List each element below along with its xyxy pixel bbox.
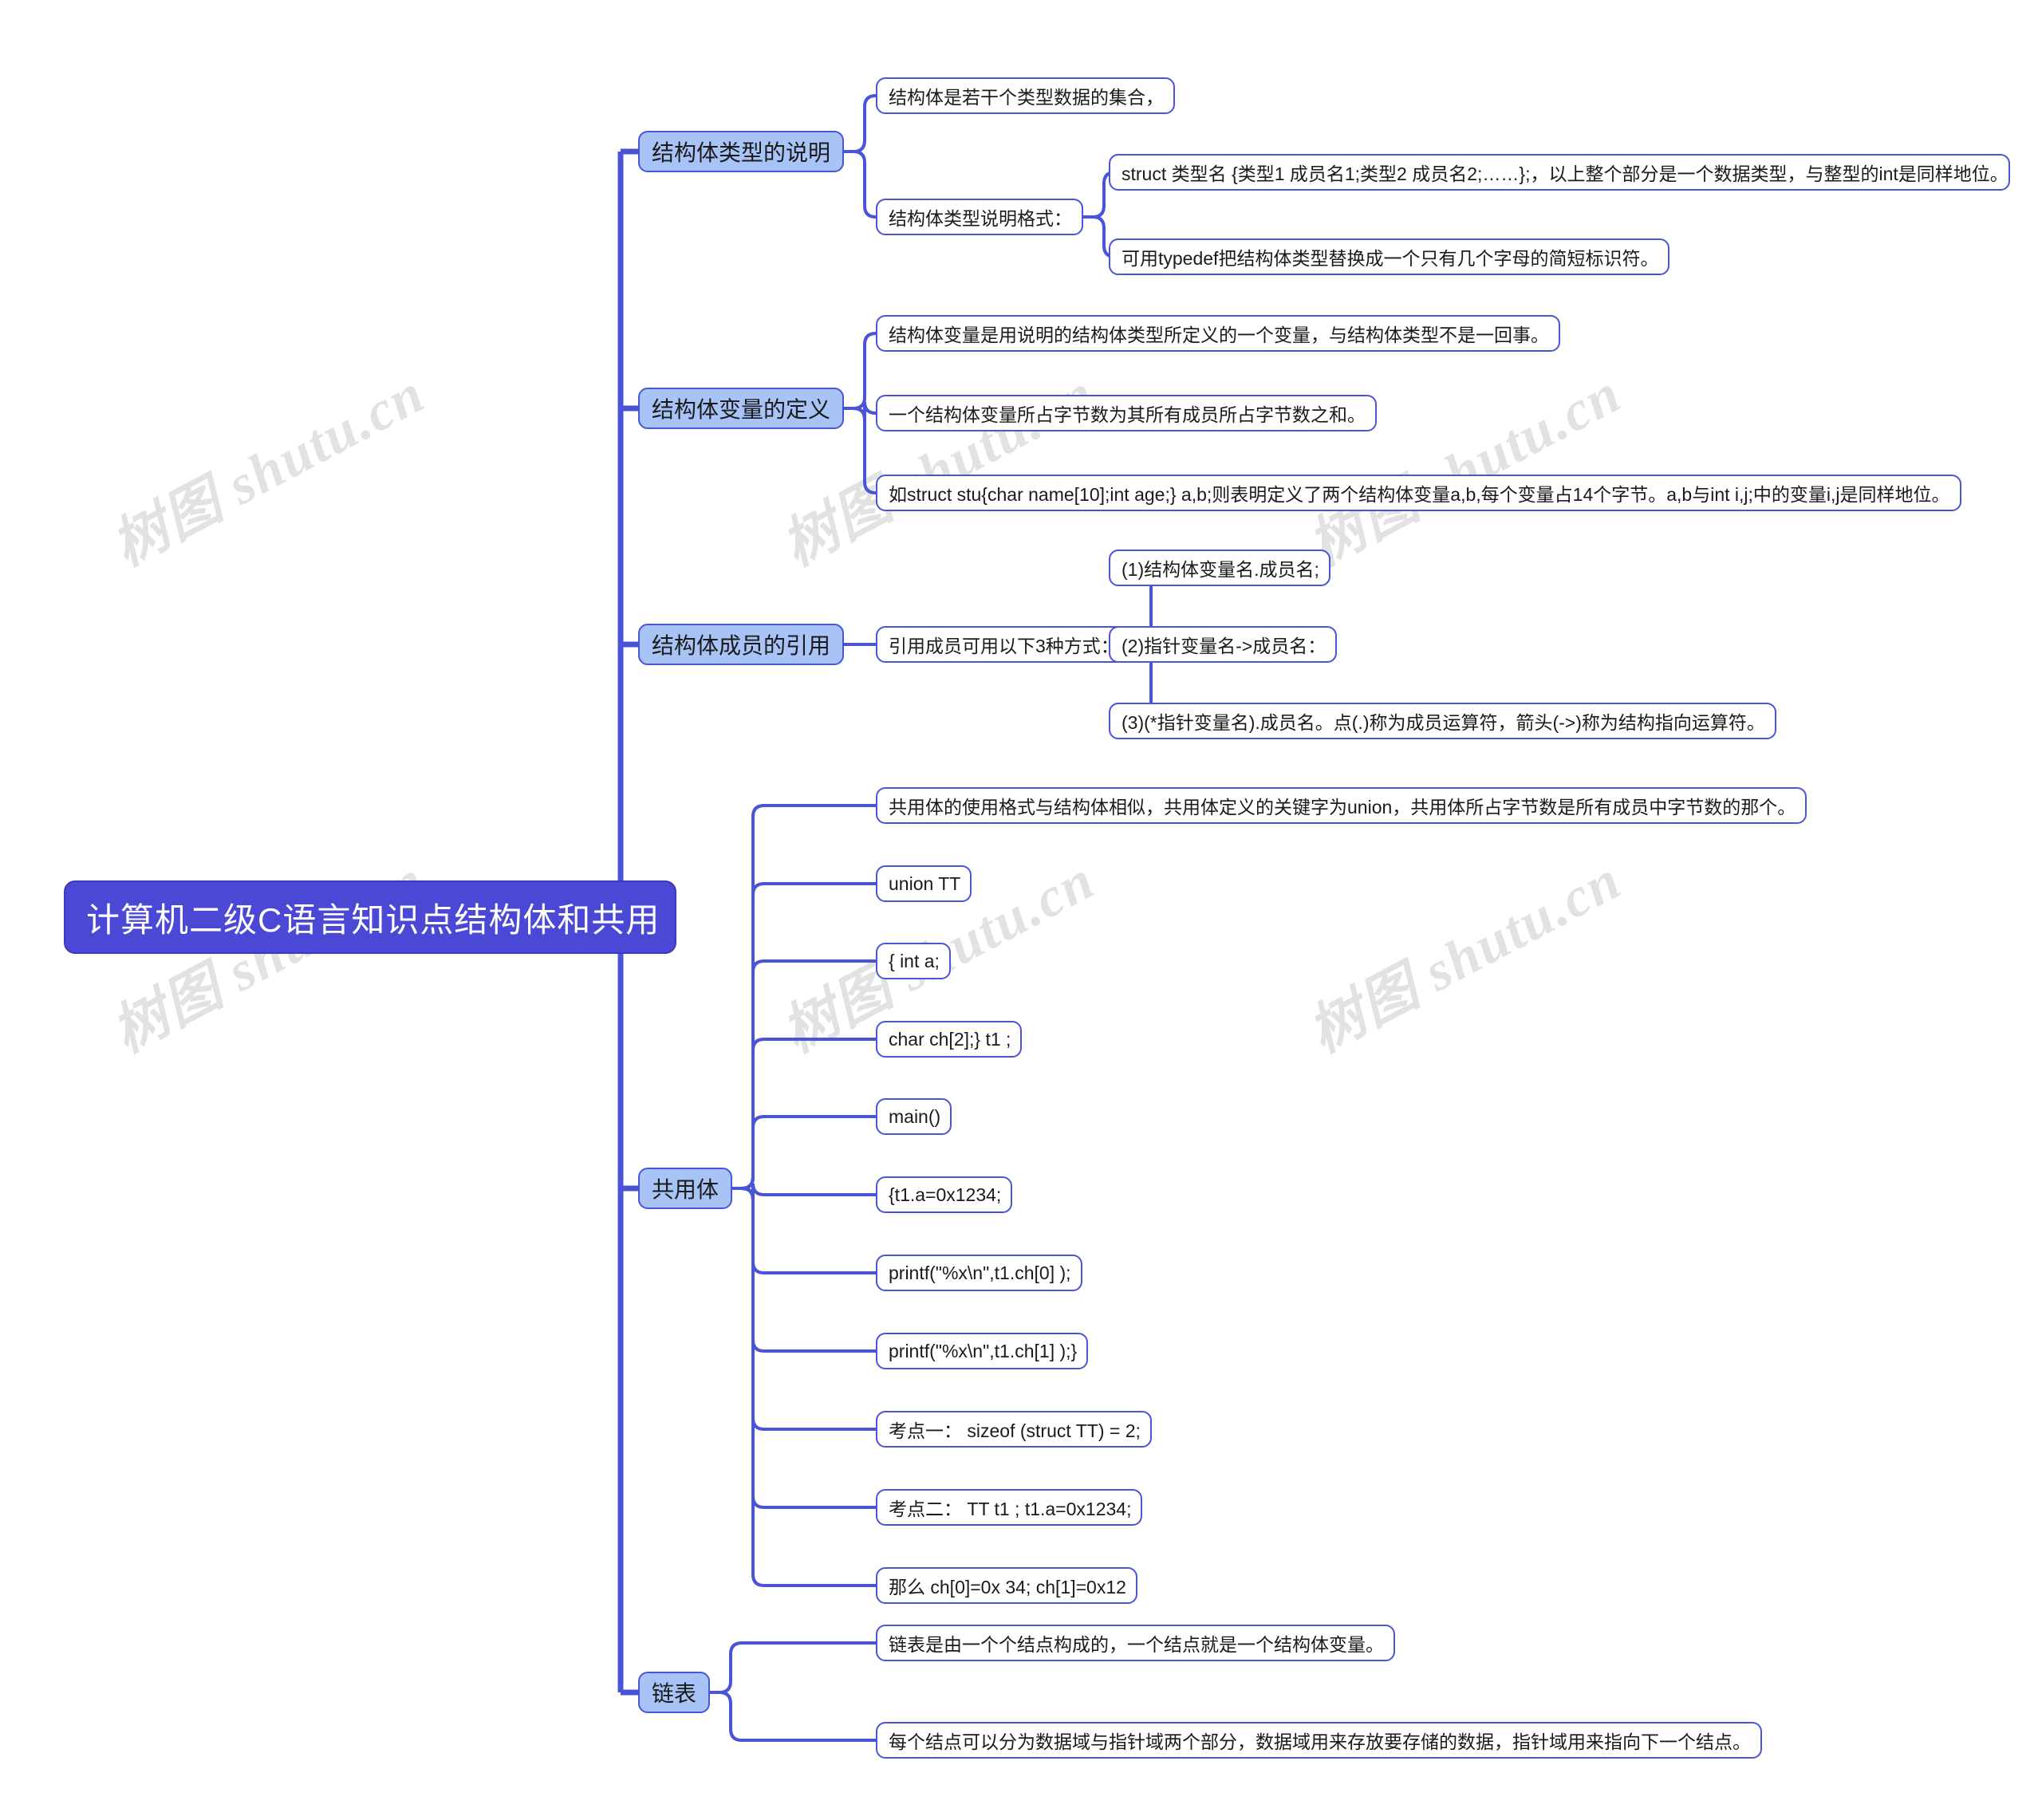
leaf-node-4-10-label: 考点二： TT t1 ; t1.a=0x1234; [889, 1499, 1132, 1519]
leaf-node-3-1-3[interactable]: (3)(*指针变量名).成员名。点(.)称为成员运算符，箭头(->)称为结构指向… [1109, 703, 1776, 739]
leaf-node-4-6-label: {t1.a=0x1234; [889, 1184, 1002, 1205]
leaf-node-4-4[interactable]: char ch[2];} t1 ; [876, 1021, 1022, 1058]
leaf-node-2-2-label: 一个结构体变量所占字节数为其所有成员所占字节数之和。 [889, 404, 1366, 425]
leaf-node-2-3-label: 如struct stu{char name[10];int age;} a,b;… [889, 484, 1950, 505]
leaf-node-4-1[interactable]: 共用体的使用格式与结构体相似，共用体定义的关键字为union，共用体所占字节数是… [876, 787, 1807, 824]
leaf-node-2-1[interactable]: 结构体变量是用说明的结构体类型所定义的一个变量，与结构体类型不是一回事。 [876, 315, 1560, 352]
leaf-node-1-2-2[interactable]: 可用typedef把结构体类型替换成一个只有几个字母的简短标识符。 [1109, 238, 1669, 275]
leaf-node-4-2-label: union TT [889, 873, 961, 894]
leaf-node-5-1[interactable]: 链表是由一个个结点构成的，一个结点就是一个结构体变量。 [876, 1625, 1395, 1661]
leaf-node-4-11[interactable]: 那么 ch[0]=0x 34; ch[1]=0x12 [876, 1567, 1137, 1604]
branch-node-5[interactable]: 链表 [638, 1672, 710, 1713]
leaf-node-4-4-label: char ch[2];} t1 ; [889, 1028, 1011, 1050]
leaf-node-4-7[interactable]: printf("%x\n",t1.ch[0] ); [876, 1255, 1082, 1291]
leaf-node-5-2-label: 每个结点可以分为数据域与指针域两个部分，数据域用来存放要存储的数据，指针域用来指… [889, 1731, 1751, 1752]
leaf-node-4-5[interactable]: main() [876, 1098, 952, 1135]
leaf-node-4-3[interactable]: { int a; [876, 943, 951, 979]
leaf-node-3-1-1-label: (1)结构体变量名.成员名; [1122, 559, 1319, 580]
mindmap-canvas: 树图 shutu.cn 树图 shutu.cn 树图 shutu.cn 树图 shut… [0, 0, 2042, 1820]
leaf-node-1-2-2-label: 可用typedef把结构体类型替换成一个只有几个字母的简短标识符。 [1122, 248, 1659, 269]
branch-node-4[interactable]: 共用体 [638, 1168, 732, 1209]
leaf-node-1-2[interactable]: 结构体类型说明格式： [876, 199, 1083, 235]
branch-node-1-label: 结构体类型的说明 [652, 140, 831, 165]
leaf-node-2-1-label: 结构体变量是用说明的结构体类型所定义的一个变量，与结构体类型不是一回事。 [889, 325, 1549, 345]
branch-node-3[interactable]: 结构体成员的引用 [638, 624, 844, 665]
leaf-node-3-1-2[interactable]: (2)指针变量名->成员名： [1109, 626, 1337, 663]
leaf-node-1-2-label: 结构体类型说明格式： [889, 208, 1072, 229]
watermark-text: 树图 shutu.cn [1299, 849, 1632, 1065]
watermark-text: 树图 shutu.cn [1299, 362, 1632, 578]
leaf-node-5-2[interactable]: 每个结点可以分为数据域与指针域两个部分，数据域用来存放要存储的数据，指针域用来指… [876, 1722, 1762, 1759]
watermark-text: 树图 shutu.cn [102, 362, 436, 578]
leaf-node-3-1-label: 引用成员可用以下3种方式： [889, 636, 1119, 656]
leaf-node-4-5-label: main() [889, 1105, 941, 1127]
leaf-node-3-1[interactable]: 引用成员可用以下3种方式： [876, 626, 1130, 663]
root-node-label: 计算机二级C语言知识点结构体和共用 [86, 900, 660, 939]
leaf-node-4-9-label: 考点一： sizeof (struct TT) = 2; [889, 1420, 1141, 1441]
leaf-node-4-3-label: { int a; [889, 950, 940, 971]
leaf-node-3-1-1[interactable]: (1)结构体变量名.成员名; [1109, 550, 1330, 586]
leaf-node-5-1-label: 链表是由一个个结点构成的，一个结点就是一个结构体变量。 [889, 1634, 1384, 1655]
leaf-node-4-1-label: 共用体的使用格式与结构体相似，共用体定义的关键字为union，共用体所占字节数是… [889, 797, 1796, 817]
leaf-node-3-1-3-label: (3)(*指针变量名).成员名。点(.)称为成员运算符，箭头(->)称为结构指向… [1122, 712, 1765, 733]
root-node[interactable]: 计算机二级C语言知识点结构体和共用 [64, 880, 676, 954]
leaf-node-4-2[interactable]: union TT [876, 865, 972, 902]
leaf-node-4-6[interactable]: {t1.a=0x1234; [876, 1176, 1012, 1213]
leaf-node-2-3[interactable]: 如struct stu{char name[10];int age;} a,b;… [876, 475, 1961, 511]
leaf-node-3-1-2-label: (2)指针变量名->成员名： [1122, 636, 1327, 656]
leaf-node-1-2-1-label: struct 类型名 {类型1 成员名1;类型2 成员名2;……};，以上整个部… [1122, 163, 2008, 184]
watermark-text: 树图 shutu.cn [772, 362, 1106, 578]
leaf-node-4-10[interactable]: 考点二： TT t1 ; t1.a=0x1234; [876, 1489, 1142, 1526]
leaf-node-1-1-label: 结构体是若干个类型数据的集合， [889, 87, 1164, 108]
branch-node-2-label: 结构体变量的定义 [652, 397, 831, 422]
leaf-node-4-8[interactable]: printf("%x\n",t1.ch[1] );} [876, 1333, 1088, 1369]
branch-node-5-label: 链表 [652, 1681, 697, 1706]
leaf-node-4-11-label: 那么 ch[0]=0x 34; ch[1]=0x12 [889, 1577, 1126, 1597]
leaf-node-1-1[interactable]: 结构体是若干个类型数据的集合， [876, 77, 1175, 114]
branch-node-3-label: 结构体成员的引用 [652, 633, 831, 658]
leaf-node-4-7-label: printf("%x\n",t1.ch[0] ); [889, 1262, 1071, 1283]
leaf-node-2-2[interactable]: 一个结构体变量所占字节数为其所有成员所占字节数之和。 [876, 395, 1377, 431]
leaf-node-4-9[interactable]: 考点一： sizeof (struct TT) = 2; [876, 1411, 1152, 1448]
leaf-node-1-2-1[interactable]: struct 类型名 {类型1 成员名1;类型2 成员名2;……};，以上整个部… [1109, 154, 2010, 191]
branch-node-2[interactable]: 结构体变量的定义 [638, 388, 844, 429]
branch-node-4-label: 共用体 [652, 1177, 719, 1202]
branch-node-1[interactable]: 结构体类型的说明 [638, 131, 844, 172]
leaf-node-4-8-label: printf("%x\n",t1.ch[1] );} [889, 1340, 1078, 1361]
